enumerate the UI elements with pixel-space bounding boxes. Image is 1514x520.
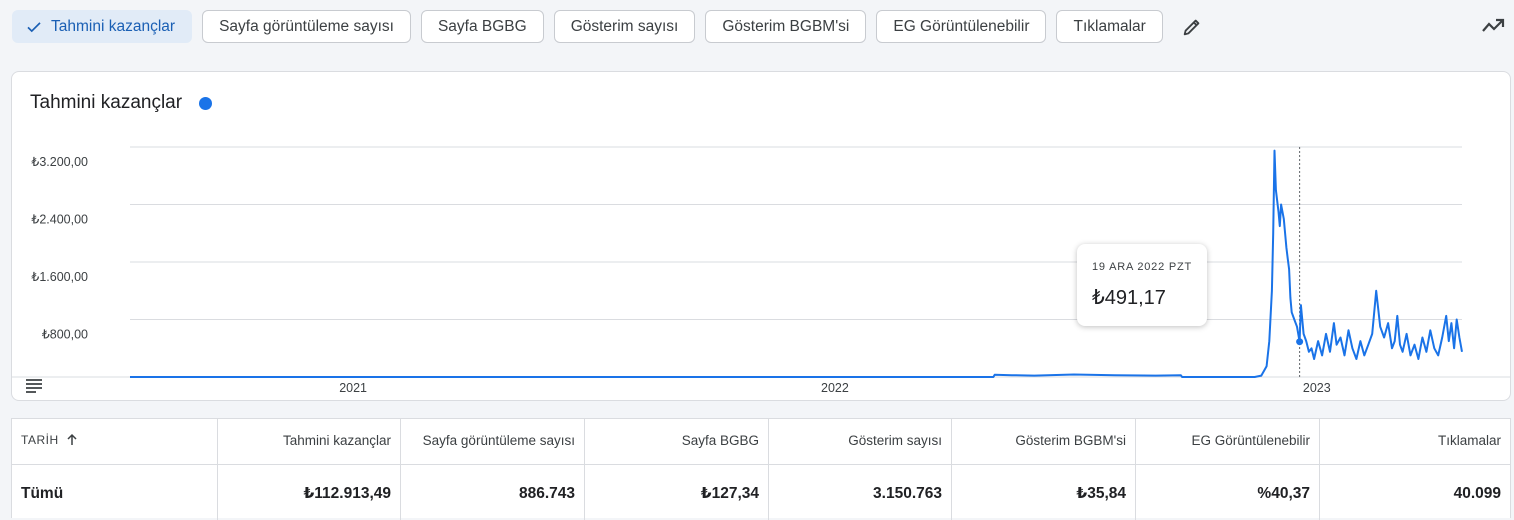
edit-metrics-button[interactable] (1177, 12, 1207, 42)
chip-label: Sayfa BGBG (437, 17, 527, 35)
total-impressions: 3.150.763 (769, 465, 952, 520)
chip-label: Sayfa görüntüleme sayısı (219, 17, 394, 35)
table-menu-icon[interactable] (24, 377, 44, 395)
column-header-page-views[interactable]: Sayfa görüntüleme sayısı (401, 419, 585, 464)
pencil-icon (1183, 19, 1200, 35)
column-header-impressions[interactable]: Gösterim sayısı (769, 419, 952, 464)
x-tick-label: 2022 (821, 381, 849, 395)
column-header-label: Gösterim BGBM'si (1015, 432, 1126, 448)
total-label-cell: Tümü (12, 465, 218, 520)
column-header-estimated-earnings[interactable]: Tahmini kazançlar (218, 419, 401, 464)
total-page-views: 886.743 (401, 465, 585, 520)
x-tick-label: 2021 (339, 381, 367, 395)
chip-active-view-viewable[interactable]: EG Görüntülenebilir (876, 10, 1047, 43)
chip-label: EG Görüntülenebilir (893, 17, 1030, 35)
earnings-line-chart[interactable]: ₺3.200,00 ₺2.400,00 ₺1.600,00 ₺800,00 2021 20… (12, 72, 1510, 400)
table-row: Tümü ₺112.913,49 886.743 ₺127,34 3.150.7… (12, 465, 1510, 520)
column-header-label: Sayfa görüntüleme sayısı (422, 432, 575, 448)
column-header-label: Tahmini kazançlar (282, 432, 391, 448)
series-line (130, 149, 1463, 378)
tooltip-value: ₺491,17 (1092, 287, 1166, 309)
table-header-row: TARİH Tahmini kazançlar Sayfa görüntülem… (12, 419, 1510, 465)
total-estimated-earnings: ₺112.913,49 (218, 465, 401, 520)
chip-label: Gösterim BGBM'si (722, 17, 850, 35)
total-active-view: %40,37 (1136, 465, 1320, 520)
chip-clicks[interactable]: Tıklamalar (1056, 10, 1163, 43)
chip-estimated-earnings[interactable]: Tahmini kazançlar (12, 10, 193, 43)
y-tick-label: ₺2.400,00 (31, 213, 88, 227)
report-table: TARİH Tahmini kazançlar Sayfa görüntülem… (11, 418, 1511, 520)
column-header-active-view[interactable]: EG Görüntülenebilir (1136, 419, 1320, 464)
chip-page-rpm[interactable]: Sayfa BGBG (420, 10, 544, 43)
chip-label: Gösterim sayısı (570, 17, 679, 35)
trend-icon (1482, 18, 1505, 32)
total-page-rpm: ₺127,34 (585, 465, 769, 520)
column-header-label: EG Görüntülenebilir (1191, 432, 1310, 448)
chart-tooltip: 19 ARA 2022 PZT ₺491,17 (1077, 244, 1207, 326)
column-header-label: Gösterim sayısı (848, 432, 942, 448)
total-impression-rpm: ₺35,84 (952, 465, 1136, 520)
chip-impression-rpm[interactable]: Gösterim BGBM'si (705, 10, 867, 43)
chip-page-views[interactable]: Sayfa görüntüleme sayısı (202, 10, 411, 43)
column-header-date[interactable]: TARİH (12, 419, 218, 464)
column-header-label: Tıklamalar (1437, 432, 1501, 448)
column-header-label: Sayfa BGBG (681, 432, 759, 448)
arrow-up-icon (67, 433, 77, 445)
hover-point (1296, 338, 1304, 346)
chip-label: Tıklamalar (1073, 17, 1146, 35)
chip-impressions[interactable]: Gösterim sayısı (553, 10, 696, 43)
y-tick-label: ₺1.600,00 (31, 270, 88, 284)
chip-label: Tahmini kazançlar (51, 17, 176, 35)
total-clicks: 40.099 (1453, 484, 1501, 502)
column-header-clicks[interactable]: Tıklamalar (1320, 419, 1510, 464)
column-header-label: TARİH (21, 433, 59, 447)
chart-card: Tahmini kazançlar ₺3.200,00 ₺2.400,00 ₺1.6… (11, 71, 1511, 401)
column-header-impression-rpm[interactable]: Gösterim BGBM'si (952, 419, 1136, 464)
metric-chips: Tahmini kazançlar Sayfa görüntüleme sayı… (12, 9, 1207, 44)
column-header-page-rpm[interactable]: Sayfa BGBG (585, 419, 769, 464)
tooltip-date: 19 ARA 2022 PZT (1092, 261, 1193, 273)
x-tick-label: 2023 (1303, 381, 1331, 395)
y-tick-label: ₺800,00 (42, 328, 88, 342)
check-icon (27, 21, 41, 32)
y-tick-label: ₺3.200,00 (31, 155, 88, 169)
trend-toggle-button[interactable] (1478, 12, 1508, 40)
